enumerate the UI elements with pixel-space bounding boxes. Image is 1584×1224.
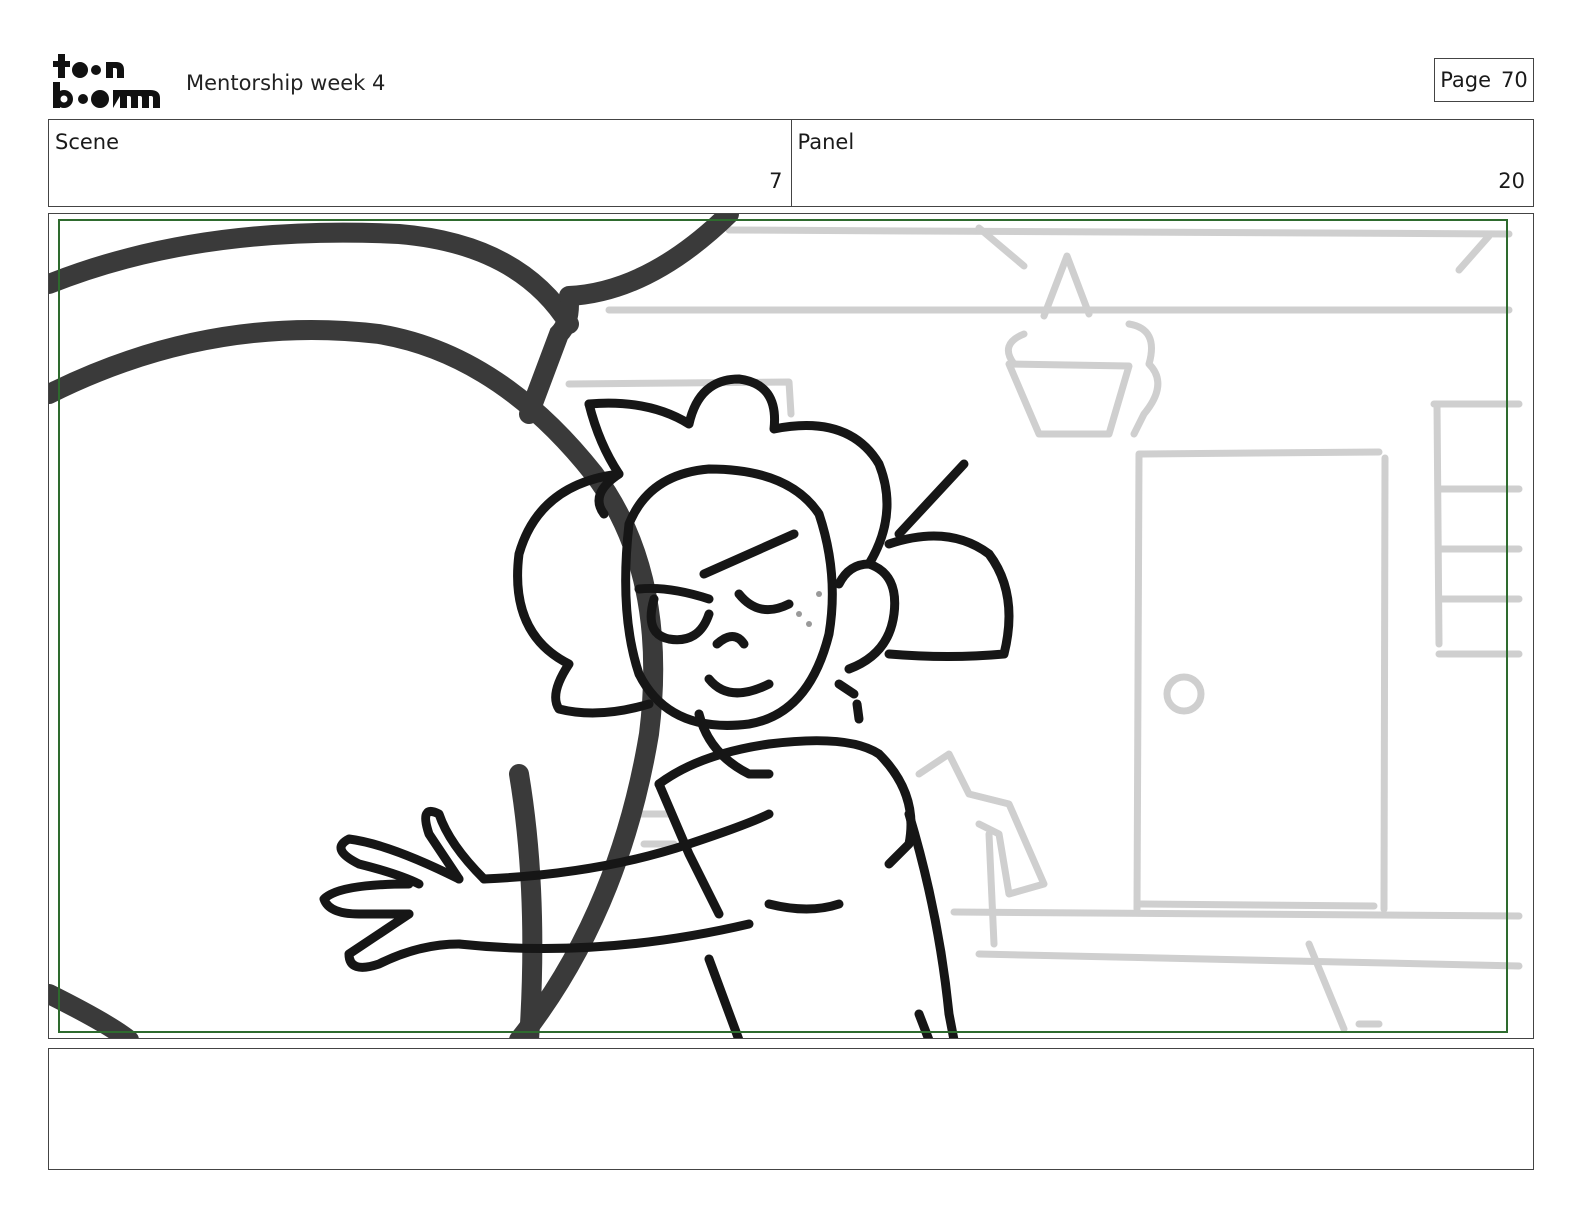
panel-value: 20 — [1498, 169, 1525, 193]
scene-label: Scene — [55, 130, 120, 154]
character-linework — [319, 374, 1014, 1038]
toon-boom-logo — [53, 54, 160, 108]
scene-panel-row: Scene 7 Panel 20 — [48, 119, 1534, 207]
storyboard-panel — [48, 213, 1534, 1039]
panel-cell: Panel 20 — [790, 120, 1534, 206]
notes-box — [48, 1048, 1534, 1170]
page-label: Page — [1440, 68, 1492, 92]
panel-label: Panel — [797, 130, 855, 154]
panel-drawing — [49, 214, 1523, 1038]
project-title: Mentorship week 4 — [186, 71, 386, 95]
freckles — [796, 591, 822, 627]
scene-cell: Scene 7 — [49, 120, 791, 206]
page-indicator: Page 70 — [1434, 58, 1534, 102]
page-number: 70 — [1501, 68, 1528, 92]
scene-value: 7 — [769, 169, 783, 193]
